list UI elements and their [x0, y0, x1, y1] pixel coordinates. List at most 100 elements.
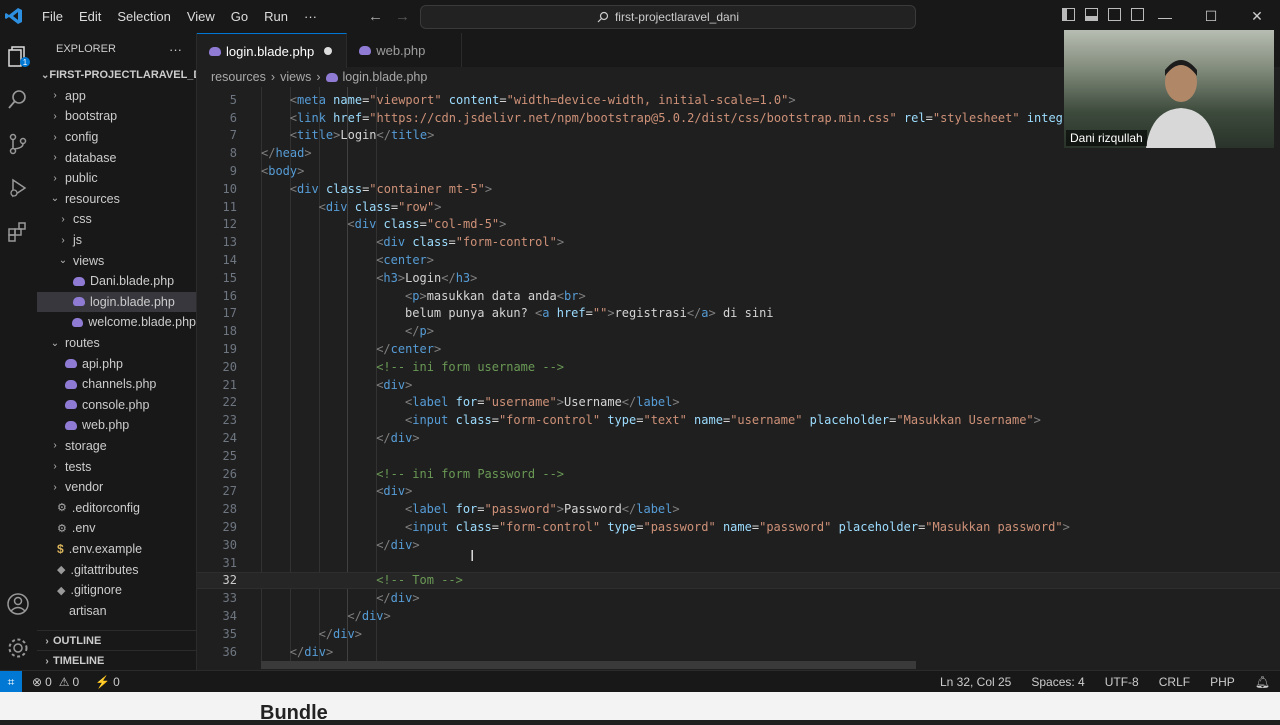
tree-item[interactable]: › css [37, 209, 196, 230]
code-line[interactable]: 32 <!-- Tom --> [197, 571, 1280, 590]
source-control-icon[interactable] [5, 131, 31, 157]
menu-item[interactable]: Edit [71, 9, 109, 24]
outline-section[interactable]: › OUTLINE [37, 630, 196, 651]
toggle-panel-icon[interactable] [1085, 8, 1098, 21]
code-line[interactable]: 14 <center> [197, 251, 1280, 269]
explorer-more-button[interactable]: ··· [169, 42, 182, 57]
tree-item[interactable]: console.php [37, 395, 196, 416]
tree-item[interactable]: welcome.blade.php [37, 312, 196, 333]
tree-item[interactable]: ⌄ routes [37, 333, 196, 354]
extensions-icon[interactable] [5, 219, 31, 245]
code-line[interactable]: 17 belum punya akun? <a href="">registras… [197, 305, 1280, 323]
menu-item[interactable]: Selection [109, 9, 178, 24]
toggle-sidebar-icon[interactable] [1062, 8, 1075, 21]
code-line[interactable]: 34 </div> [197, 607, 1280, 625]
code-line[interactable]: 24 </div> [197, 429, 1280, 447]
breadcrumb-item[interactable]: resources [211, 70, 266, 84]
tree-item[interactable]: artisan [37, 600, 196, 621]
account-icon[interactable] [5, 591, 31, 617]
ports-indicator[interactable]: ⚡ 0 [95, 675, 120, 689]
tree-item[interactable]: › public [37, 168, 196, 189]
editor-tab[interactable]: login.blade.php [197, 33, 348, 68]
code-line[interactable]: 26 <!-- ini form Password --> [197, 465, 1280, 483]
editor-tab[interactable]: web.php [347, 33, 463, 67]
tree-item[interactable]: › app [37, 86, 196, 107]
code-line[interactable]: 36 </div> [197, 643, 1280, 661]
menu-item[interactable]: ··· [296, 9, 325, 24]
tree-item[interactable]: login.blade.php [37, 291, 196, 313]
tree-item[interactable]: api.php [37, 353, 196, 374]
maximize-icon[interactable]: ☐ [1188, 0, 1234, 33]
code-line[interactable]: 21 <div> [197, 376, 1280, 394]
search-icon[interactable] [5, 87, 31, 113]
minimize-icon[interactable]: — [1142, 0, 1188, 33]
back-arrow-icon[interactable]: ← [368, 8, 383, 25]
menu-item[interactable]: Run [256, 9, 296, 24]
breadcrumb-item[interactable]: login.blade.php [343, 70, 428, 84]
tree-item[interactable]: Dani.blade.php [37, 271, 196, 292]
language-mode[interactable]: PHP [1200, 675, 1245, 689]
tree-item[interactable]: › database [37, 147, 196, 168]
tree-item[interactable]: ⌄ views [37, 250, 196, 271]
code-line[interactable]: 15 <h3>Login</h3> [197, 269, 1280, 287]
close-icon[interactable]: ✕ [1234, 0, 1280, 33]
timeline-section[interactable]: › TIMELINE [37, 650, 196, 670]
code-line[interactable]: 19 </center> [197, 340, 1280, 358]
encoding[interactable]: UTF-8 [1095, 675, 1149, 689]
tree-item[interactable]: channels.php [37, 374, 196, 395]
toggle-secondary-sidebar-icon[interactable] [1108, 8, 1121, 21]
tree-item[interactable]: › js [37, 230, 196, 251]
code-line[interactable]: 27 <div> [197, 483, 1280, 501]
code-line[interactable]: 18 </p> [197, 322, 1280, 340]
code-line[interactable]: 30 </div> [197, 536, 1280, 554]
code-line[interactable]: 12 <div class="col-md-5"> [197, 216, 1280, 234]
menu-item[interactable]: View [179, 9, 223, 24]
tree-item[interactable]: › bootstrap [37, 106, 196, 127]
tree-item[interactable]: ⚙ .editorconfig [37, 497, 196, 518]
code-line[interactable]: 29 <input class="form-control" type="pass… [197, 518, 1280, 536]
tree-item[interactable]: › vendor [37, 477, 196, 498]
code-line[interactable]: 20 <!-- ini form username --> [197, 358, 1280, 376]
code-line[interactable]: 11 <div class="row"> [197, 198, 1280, 216]
menu-item[interactable]: File [34, 9, 71, 24]
problems-indicator[interactable]: ⊗ 0 ⚠ 0 [32, 675, 79, 689]
notifications-bell-icon[interactable]: 🔔︎ [1245, 675, 1280, 689]
indentation[interactable]: Spaces: 4 [1021, 675, 1094, 689]
code-line[interactable]: 25 [197, 447, 1280, 465]
horizontal-scrollbar[interactable] [261, 661, 916, 669]
tree-item[interactable]: ⚙ .env [37, 518, 196, 539]
tree-item[interactable]: web.php [37, 415, 196, 436]
code-line[interactable]: 22 <label for="username">Username</label> [197, 394, 1280, 412]
cursor-position[interactable]: Ln 32, Col 25 [930, 675, 1021, 689]
tree-item[interactable]: › tests [37, 456, 196, 477]
unsaved-dot-icon[interactable] [324, 47, 333, 55]
line-ending[interactable]: CRLF [1149, 675, 1200, 689]
forward-arrow-icon[interactable]: → [395, 8, 410, 25]
remote-icon[interactable]: ⌗ [0, 671, 22, 693]
tree-item[interactable]: › storage [37, 436, 196, 457]
tree-item[interactable]: ◆ .gitignore [37, 580, 196, 601]
code-line[interactable]: 28 <label for="password">Password</label> [197, 500, 1280, 518]
tree-item[interactable]: ◆ .gitattributes [37, 559, 196, 580]
code-line[interactable]: 10 <div class="container mt-5"> [197, 180, 1280, 198]
tree-item[interactable]: $ .env.example [37, 539, 196, 560]
run-debug-icon[interactable] [5, 175, 31, 201]
project-root[interactable]: ⌄ FIRST-PROJECTLARAVEL_D... [37, 65, 196, 86]
code-line[interactable]: 33 </div> [197, 589, 1280, 607]
tree-item[interactable]: › config [37, 127, 196, 148]
code-editor[interactable]: 5 <meta name="viewport" content="width=de… [197, 87, 1280, 667]
code-token: rel [903, 110, 926, 125]
code-line[interactable]: 23 <input class="form-control" type="text… [197, 411, 1280, 429]
tree-item[interactable]: ⌄ resources [37, 189, 196, 210]
code-line[interactable]: 9 <body> [197, 162, 1280, 180]
settings-gear-icon[interactable] [5, 635, 31, 661]
code-text: </head> [261, 146, 312, 160]
code-line[interactable]: 16 <p>masukkan data anda<br> [197, 287, 1280, 305]
command-center-search[interactable]: first-projectlaravel_dani [420, 5, 916, 29]
code-line[interactable]: 35 </div> [197, 625, 1280, 643]
code-line[interactable]: 13 <div class="form-control"> [197, 233, 1280, 251]
explorer-icon[interactable]: 1 [5, 43, 31, 69]
code-line[interactable]: 31 [197, 554, 1280, 572]
menu-item[interactable]: Go [223, 9, 256, 24]
breadcrumb-item[interactable]: views [280, 70, 311, 84]
